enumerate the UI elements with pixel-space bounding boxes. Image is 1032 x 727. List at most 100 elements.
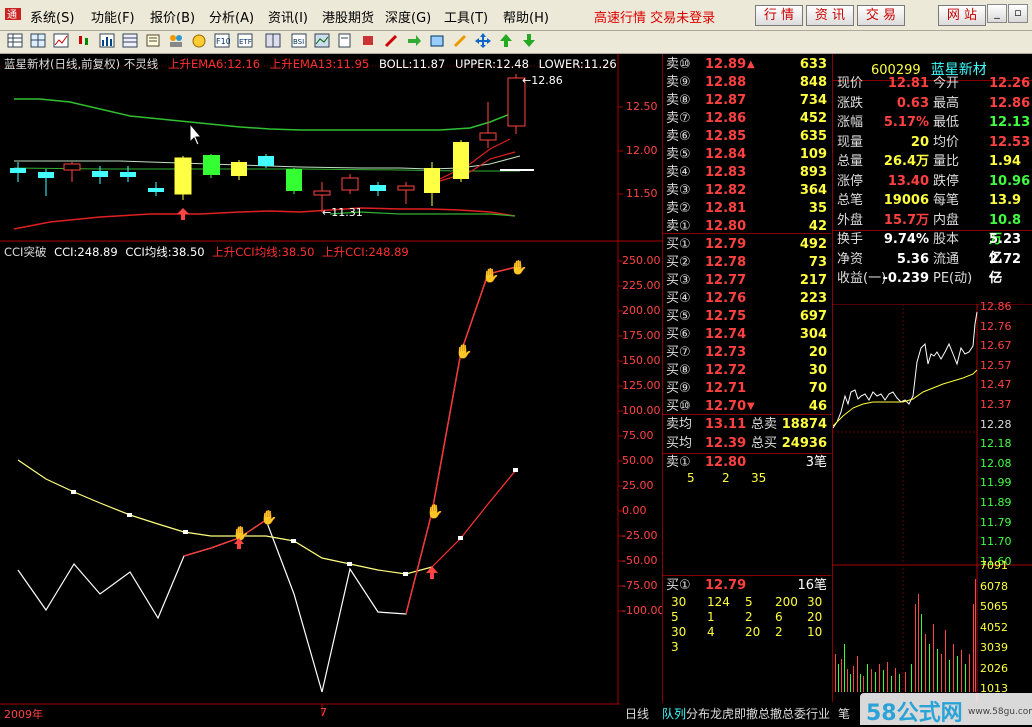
intraday-price-tick: 12.86 [980, 300, 1012, 313]
cci-tick: 150.00 [622, 354, 661, 367]
trade-button[interactable]: 交 易 [857, 5, 905, 26]
tick-chart-icon[interactable] [98, 33, 116, 50]
brush-icon[interactable] [359, 33, 377, 50]
sell-level-row[interactable]: 卖⑤ 12.84 109 [663, 145, 831, 164]
multi-window-icon[interactable] [264, 33, 282, 50]
sell-level-row[interactable]: 卖⑦ 12.86 452 [663, 109, 831, 128]
notes-icon[interactable] [336, 33, 354, 50]
sell-level-row[interactable]: 卖③ 12.82 364 [663, 181, 831, 200]
signal-markers: ✋ ✋ ✋ ✋ ✋ ✋ [232, 259, 527, 579]
tab-dragon-tiger[interactable]: 龙虎 [710, 705, 734, 722]
cci-tick: -100.00 [622, 604, 665, 617]
intraday-avg-line [833, 369, 978, 427]
website-button[interactable]: 网 站 [938, 5, 986, 26]
move-icon[interactable] [474, 33, 492, 50]
cci-value: CCI:248.89 [54, 245, 118, 259]
menu-depth[interactable]: 深度(G) [385, 7, 431, 26]
grid-icon[interactable] [29, 33, 47, 50]
intraday-price-tick: 12.67 [980, 339, 1012, 353]
buy-level-row[interactable]: 买③ 12.77 217 [663, 271, 831, 290]
buy1-detail-header[interactable]: 买① 12.79 16笔 [663, 576, 831, 595]
tab-trades[interactable]: 笔 [838, 705, 850, 722]
quote-button[interactable]: 行 情 [755, 5, 803, 26]
quote-row: 换手 9.74% 股本 5.23亿 [833, 230, 1032, 266]
indicator-ema6: 上升EMA6:12.16 [167, 57, 261, 71]
buy-level-row[interactable]: 买⑧ 12.72 30 [663, 361, 831, 380]
graph-icon[interactable] [190, 33, 208, 50]
etf-icon[interactable]: ETF [236, 33, 254, 50]
f10-icon[interactable]: F10 [213, 33, 231, 50]
tab-queue[interactable]: 队列 [662, 705, 686, 722]
buy-level-row[interactable]: 买⑨ 12.71 70 [663, 379, 831, 398]
quote-row: 外盘 15.7万 内盘 10.8万 [833, 211, 1032, 247]
buy-level-row[interactable]: 买④ 12.76 223 [663, 289, 831, 308]
high-price-label: ←12.86 [522, 74, 563, 87]
cci-tick: 175.00 [622, 329, 661, 342]
tab-cancel[interactable]: 即撤 [734, 705, 758, 722]
brush-pen-icon[interactable] [451, 33, 469, 50]
menu-tools[interactable]: 工具(T) [444, 7, 488, 26]
buy-level-row[interactable]: 买① 12.79 492 [663, 235, 831, 254]
tab-total-cancel[interactable]: 总撤 [758, 705, 782, 722]
quote-value: 5.36 [896, 251, 929, 267]
sell-level-row[interactable]: 卖⑩ 12.89 ▲ 633 [663, 55, 831, 74]
menu-function[interactable]: 功能(F) [91, 7, 135, 26]
quote-label: 量比 [933, 154, 960, 169]
chart-board-icon[interactable] [313, 33, 331, 50]
tab-daily[interactable]: 日线 [625, 705, 649, 722]
menu-hk-futures[interactable]: 港股期货 [322, 7, 374, 26]
level-volume: 20 [808, 345, 827, 360]
restore-icon[interactable]: ▫ [1008, 4, 1028, 23]
candle [38, 172, 54, 178]
quote-row: 总量 26.4万 量比 1.94 [833, 152, 1032, 171]
level-price: 12.75 [705, 309, 747, 324]
menu-info[interactable]: 资讯(I) [268, 7, 308, 26]
tab-industry[interactable]: 行业 [806, 705, 830, 722]
menu-quote[interactable]: 报价(B) [150, 7, 195, 26]
news-icon[interactable] [144, 33, 162, 50]
sell-level-row[interactable]: 卖② 12.81 35 [663, 199, 831, 218]
tab-total-order[interactable]: 总委 [782, 705, 806, 722]
candle [148, 188, 164, 192]
menu-system[interactable]: 系统(S) [30, 7, 74, 26]
news-button[interactable]: 资 讯 [806, 5, 854, 26]
menu-analysis[interactable]: 分析(A) [209, 7, 254, 26]
level-price: 12.84 [705, 147, 747, 162]
indicator-boll: BOLL:11.87 [378, 57, 446, 71]
sell-level-row[interactable]: 卖⑧ 12.87 734 [663, 91, 831, 110]
level-price: 12.74 [705, 327, 747, 342]
minimize-icon[interactable]: _ [987, 4, 1007, 23]
bsi-icon[interactable]: BSI [290, 33, 308, 50]
intraday-chart[interactable]: 12.86 12.76 12.67 12.57 12.47 12.37 12.28 12.18… [832, 300, 1032, 702]
quote-row: 净资 5.36 流通 2.72亿 [833, 250, 1032, 286]
candle-chart-icon[interactable] [75, 33, 93, 50]
buy-level-row[interactable]: 买⑦ 12.73 20 [663, 343, 831, 362]
buy-level-row[interactable]: 买② 12.78 73 [663, 253, 831, 272]
table-icon[interactable] [6, 33, 24, 50]
pen-icon[interactable] [382, 33, 400, 50]
chart-title-bar: 蓝星新材(日线,前复权) 不灵线 上升EMA6:12.16 上升EMA13:11… [4, 56, 617, 72]
quote-value: -0.239 [882, 271, 929, 286]
sell-level-row[interactable]: 卖⑨ 12.88 848 [663, 73, 831, 92]
year-label: 2009年 [4, 708, 43, 721]
intraday-price-tick: 12.57 [980, 358, 1012, 372]
kline-chart[interactable]: ✋ ✋ ✋ ✋ ✋ ✋ 蓝星新材(日线,前复权) 不灵线 上升EMA6:12.1… [0, 54, 665, 725]
tab-distribution[interactable]: 分布 [686, 705, 710, 722]
people-icon[interactable] [167, 33, 185, 50]
line-chart-icon[interactable] [52, 33, 70, 50]
sell-level-row[interactable]: 卖⑥ 12.85 635 [663, 127, 831, 146]
down-arrow-icon[interactable] [520, 33, 538, 50]
copy-icon[interactable] [428, 33, 446, 50]
low-price-label: ←11.31 [322, 206, 363, 219]
menu-help[interactable]: 帮助(H) [503, 7, 549, 26]
buy-level-row[interactable]: 买⑤ 12.75 697 [663, 307, 831, 326]
level-price: 12.73 [705, 345, 747, 360]
cci-title-bar: CCI突破 CCI:248.89 CCI均线:38.50 上升CCI均线:38.… [4, 244, 409, 260]
up-arrow-icon[interactable] [497, 33, 515, 50]
export-icon[interactable] [405, 33, 423, 50]
buy-level-row[interactable]: 买⑥ 12.74 304 [663, 325, 831, 344]
sell-level-row[interactable]: 卖④ 12.83 893 [663, 163, 831, 182]
level-volume: 452 [799, 111, 827, 126]
table2-icon[interactable] [121, 33, 139, 50]
sell1-detail-header[interactable]: 卖① 12.80 3笔 [663, 453, 831, 472]
